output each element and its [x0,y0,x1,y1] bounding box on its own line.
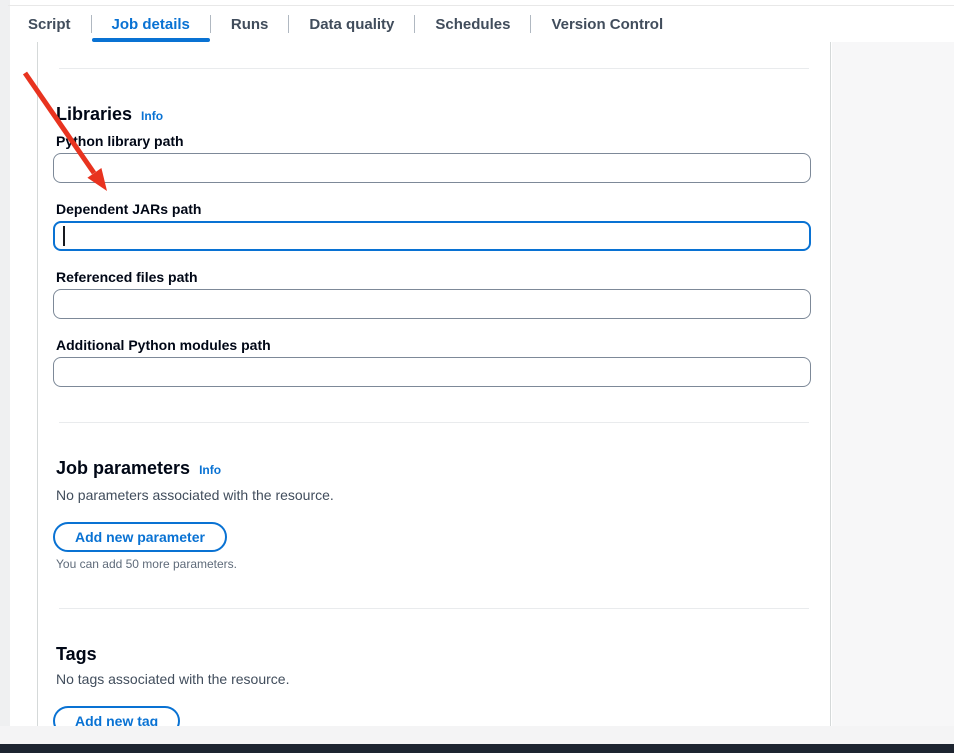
tags-heading: Tags [53,643,809,665]
section-divider [59,422,809,423]
tags-section: Tags No tags associated with the resourc… [53,643,809,736]
additional-python-modules-path-label: Additional Python modules path [53,337,809,353]
page-background-right [832,42,954,753]
dependent-jars-path-input[interactable] [53,221,811,251]
window-top-edge [8,5,954,6]
tab-script[interactable]: Script [8,6,91,42]
additional-python-modules-path-wrap [53,357,811,387]
python-library-path-label: Python library path [53,133,809,149]
tags-empty-text: No tags associated with the resource. [56,671,809,687]
job-parameters-heading: Job parameters Info [53,457,809,481]
additional-python-modules-path-input[interactable] [53,357,811,387]
text-cursor [63,226,65,246]
job-parameters-empty-text: No parameters associated with the resour… [56,487,809,503]
tab-schedules[interactable]: Schedules [415,6,530,42]
add-new-parameter-button[interactable]: Add new parameter [53,522,227,552]
page-background-left-strip [0,0,10,753]
libraries-section: Libraries Info Python library path Depen… [53,103,809,387]
tab-version-control[interactable]: Version Control [531,6,683,42]
tab-job-details[interactable]: Job details [92,6,210,42]
job-parameters-info-link[interactable]: Info [199,459,221,481]
referenced-files-path-input[interactable] [53,289,811,319]
tags-heading-text: Tags [56,643,97,665]
job-parameters-hint-text: You can add 50 more parameters. [56,557,809,571]
referenced-files-path-label: Referenced files path [53,269,809,285]
dependent-jars-path-wrap [53,221,811,251]
job-parameters-heading-text: Job parameters [56,457,190,479]
libraries-info-link[interactable]: Info [141,105,163,127]
job-details-panel: Libraries Info Python library path Depen… [37,42,831,726]
python-library-path-input[interactable] [53,153,811,183]
job-parameters-section: Job parameters Info No parameters associ… [53,457,809,571]
tab-runs[interactable]: Runs [211,6,289,42]
section-divider [59,68,809,69]
tab-data-quality[interactable]: Data quality [289,6,414,42]
section-divider [59,608,809,609]
referenced-files-path-wrap [53,289,811,319]
tab-bar: Script Job details Runs Data quality Sch… [0,0,954,42]
dependent-jars-path-label: Dependent JARs path [53,201,809,217]
libraries-heading-text: Libraries [56,103,132,125]
python-library-path-wrap [53,153,811,183]
window-bottom-edge [0,744,954,753]
libraries-heading: Libraries Info [53,103,809,127]
